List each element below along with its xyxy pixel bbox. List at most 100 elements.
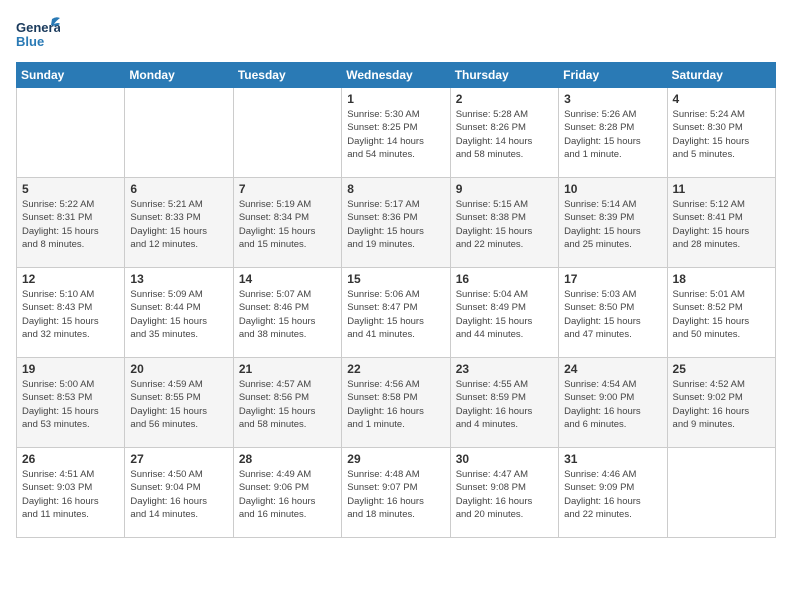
calendar-cell: 28 Sunrise: 4:49 AM Sunset: 9:06 PM Dayli…: [233, 448, 341, 538]
day-number: 1: [347, 92, 444, 106]
day-info: Sunrise: 5:30 AM Sunset: 8:25 PM Dayligh…: [347, 108, 444, 161]
calendar-cell: 16 Sunrise: 5:04 AM Sunset: 8:49 PM Dayli…: [450, 268, 558, 358]
day-info: Sunrise: 5:12 AM Sunset: 8:41 PM Dayligh…: [673, 198, 770, 251]
day-number: 24: [564, 362, 661, 376]
day-info: Sunrise: 5:00 AM Sunset: 8:53 PM Dayligh…: [22, 378, 119, 431]
day-info: Sunrise: 5:01 AM Sunset: 8:52 PM Dayligh…: [673, 288, 770, 341]
calendar-cell: 15 Sunrise: 5:06 AM Sunset: 8:47 PM Dayli…: [342, 268, 450, 358]
weekday-header: Wednesday: [342, 63, 450, 88]
day-info: Sunrise: 5:28 AM Sunset: 8:26 PM Dayligh…: [456, 108, 553, 161]
day-info: Sunrise: 5:09 AM Sunset: 8:44 PM Dayligh…: [130, 288, 227, 341]
day-number: 25: [673, 362, 770, 376]
day-info: Sunrise: 4:51 AM Sunset: 9:03 PM Dayligh…: [22, 468, 119, 521]
weekday-header: Monday: [125, 63, 233, 88]
day-info: Sunrise: 4:57 AM Sunset: 8:56 PM Dayligh…: [239, 378, 336, 431]
day-info: Sunrise: 4:49 AM Sunset: 9:06 PM Dayligh…: [239, 468, 336, 521]
day-info: Sunrise: 4:46 AM Sunset: 9:09 PM Dayligh…: [564, 468, 661, 521]
day-number: 2: [456, 92, 553, 106]
calendar-cell: 27 Sunrise: 4:50 AM Sunset: 9:04 PM Dayli…: [125, 448, 233, 538]
calendar-cell: 20 Sunrise: 4:59 AM Sunset: 8:55 PM Dayli…: [125, 358, 233, 448]
day-number: 11: [673, 182, 770, 196]
weekday-header: Friday: [559, 63, 667, 88]
weekday-header: Thursday: [450, 63, 558, 88]
day-info: Sunrise: 4:50 AM Sunset: 9:04 PM Dayligh…: [130, 468, 227, 521]
calendar-cell: 30 Sunrise: 4:47 AM Sunset: 9:08 PM Dayli…: [450, 448, 558, 538]
calendar-cell: 29 Sunrise: 4:48 AM Sunset: 9:07 PM Dayli…: [342, 448, 450, 538]
calendar-cell: [125, 88, 233, 178]
calendar-cell: 9 Sunrise: 5:15 AM Sunset: 8:38 PM Daylig…: [450, 178, 558, 268]
day-number: 30: [456, 452, 553, 466]
day-info: Sunrise: 5:06 AM Sunset: 8:47 PM Dayligh…: [347, 288, 444, 341]
calendar-cell: 26 Sunrise: 4:51 AM Sunset: 9:03 PM Dayli…: [17, 448, 125, 538]
svg-text:Blue: Blue: [16, 34, 44, 49]
calendar-cell: 19 Sunrise: 5:00 AM Sunset: 8:53 PM Dayli…: [17, 358, 125, 448]
calendar-cell: 3 Sunrise: 5:26 AM Sunset: 8:28 PM Daylig…: [559, 88, 667, 178]
day-info: Sunrise: 5:17 AM Sunset: 8:36 PM Dayligh…: [347, 198, 444, 251]
day-number: 21: [239, 362, 336, 376]
day-number: 20: [130, 362, 227, 376]
day-info: Sunrise: 5:10 AM Sunset: 8:43 PM Dayligh…: [22, 288, 119, 341]
calendar-cell: 11 Sunrise: 5:12 AM Sunset: 8:41 PM Dayli…: [667, 178, 775, 268]
calendar-cell: 7Sunrise: 5:19 AM Sunset: 8:34 PM Daylig…: [233, 178, 341, 268]
day-number: 9: [456, 182, 553, 196]
logo: General Blue: [16, 16, 60, 54]
day-info: Sunrise: 5:26 AM Sunset: 8:28 PM Dayligh…: [564, 108, 661, 161]
calendar-cell: 5Sunrise: 5:22 AM Sunset: 8:31 PM Daylig…: [17, 178, 125, 268]
day-info: Sunrise: 4:52 AM Sunset: 9:02 PM Dayligh…: [673, 378, 770, 431]
day-number: 16: [456, 272, 553, 286]
day-info: Sunrise: 5:07 AM Sunset: 8:46 PM Dayligh…: [239, 288, 336, 341]
calendar-header: SundayMondayTuesdayWednesdayThursdayFrid…: [17, 63, 776, 88]
weekday-header: Sunday: [17, 63, 125, 88]
day-number: 23: [456, 362, 553, 376]
day-number: 12: [22, 272, 119, 286]
page-header: General Blue: [16, 16, 776, 54]
day-number: 5: [22, 182, 119, 196]
calendar-cell: 10 Sunrise: 5:14 AM Sunset: 8:39 PM Dayli…: [559, 178, 667, 268]
day-number: 6: [130, 182, 227, 196]
day-number: 19: [22, 362, 119, 376]
day-number: 14: [239, 272, 336, 286]
calendar-cell: 21 Sunrise: 4:57 AM Sunset: 8:56 PM Dayli…: [233, 358, 341, 448]
day-info: Sunrise: 5:04 AM Sunset: 8:49 PM Dayligh…: [456, 288, 553, 341]
day-info: Sunrise: 4:59 AM Sunset: 8:55 PM Dayligh…: [130, 378, 227, 431]
day-info: Sunrise: 5:21 AM Sunset: 8:33 PM Dayligh…: [130, 198, 227, 251]
day-number: 4: [673, 92, 770, 106]
calendar-cell: 22 Sunrise: 4:56 AM Sunset: 8:58 PM Dayli…: [342, 358, 450, 448]
calendar-cell: [233, 88, 341, 178]
day-info: Sunrise: 5:14 AM Sunset: 8:39 PM Dayligh…: [564, 198, 661, 251]
logo-svg: General Blue: [16, 16, 60, 54]
calendar-cell: 31 Sunrise: 4:46 AM Sunset: 9:09 PM Dayli…: [559, 448, 667, 538]
day-info: Sunrise: 4:54 AM Sunset: 9:00 PM Dayligh…: [564, 378, 661, 431]
calendar-cell: 13 Sunrise: 5:09 AM Sunset: 8:44 PM Dayli…: [125, 268, 233, 358]
day-number: 15: [347, 272, 444, 286]
day-number: 13: [130, 272, 227, 286]
calendar-cell: 1 Sunrise: 5:30 AM Sunset: 8:25 PM Daylig…: [342, 88, 450, 178]
day-number: 29: [347, 452, 444, 466]
day-number: 17: [564, 272, 661, 286]
calendar-cell: [667, 448, 775, 538]
day-info: Sunrise: 4:55 AM Sunset: 8:59 PM Dayligh…: [456, 378, 553, 431]
calendar-cell: 25 Sunrise: 4:52 AM Sunset: 9:02 PM Dayli…: [667, 358, 775, 448]
calendar-cell: 17Sunrise: 5:03 AM Sunset: 8:50 PM Dayli…: [559, 268, 667, 358]
calendar-cell: 2 Sunrise: 5:28 AM Sunset: 8:26 PM Daylig…: [450, 88, 558, 178]
day-info: Sunrise: 5:15 AM Sunset: 8:38 PM Dayligh…: [456, 198, 553, 251]
day-info: Sunrise: 5:24 AM Sunset: 8:30 PM Dayligh…: [673, 108, 770, 161]
day-info: Sunrise: 4:56 AM Sunset: 8:58 PM Dayligh…: [347, 378, 444, 431]
day-number: 10: [564, 182, 661, 196]
calendar-cell: 12 Sunrise: 5:10 AM Sunset: 8:43 PM Dayli…: [17, 268, 125, 358]
day-number: 27: [130, 452, 227, 466]
calendar-cell: 24 Sunrise: 4:54 AM Sunset: 9:00 PM Dayli…: [559, 358, 667, 448]
calendar-cell: 8Sunrise: 5:17 AM Sunset: 8:36 PM Daylig…: [342, 178, 450, 268]
day-number: 26: [22, 452, 119, 466]
day-number: 31: [564, 452, 661, 466]
day-info: Sunrise: 4:47 AM Sunset: 9:08 PM Dayligh…: [456, 468, 553, 521]
day-info: Sunrise: 5:19 AM Sunset: 8:34 PM Dayligh…: [239, 198, 336, 251]
day-number: 28: [239, 452, 336, 466]
day-number: 3: [564, 92, 661, 106]
day-info: Sunrise: 4:48 AM Sunset: 9:07 PM Dayligh…: [347, 468, 444, 521]
day-number: 22: [347, 362, 444, 376]
calendar-cell: 18 Sunrise: 5:01 AM Sunset: 8:52 PM Dayli…: [667, 268, 775, 358]
calendar-cell: 23 Sunrise: 4:55 AM Sunset: 8:59 PM Dayli…: [450, 358, 558, 448]
day-number: 18: [673, 272, 770, 286]
calendar-cell: [17, 88, 125, 178]
